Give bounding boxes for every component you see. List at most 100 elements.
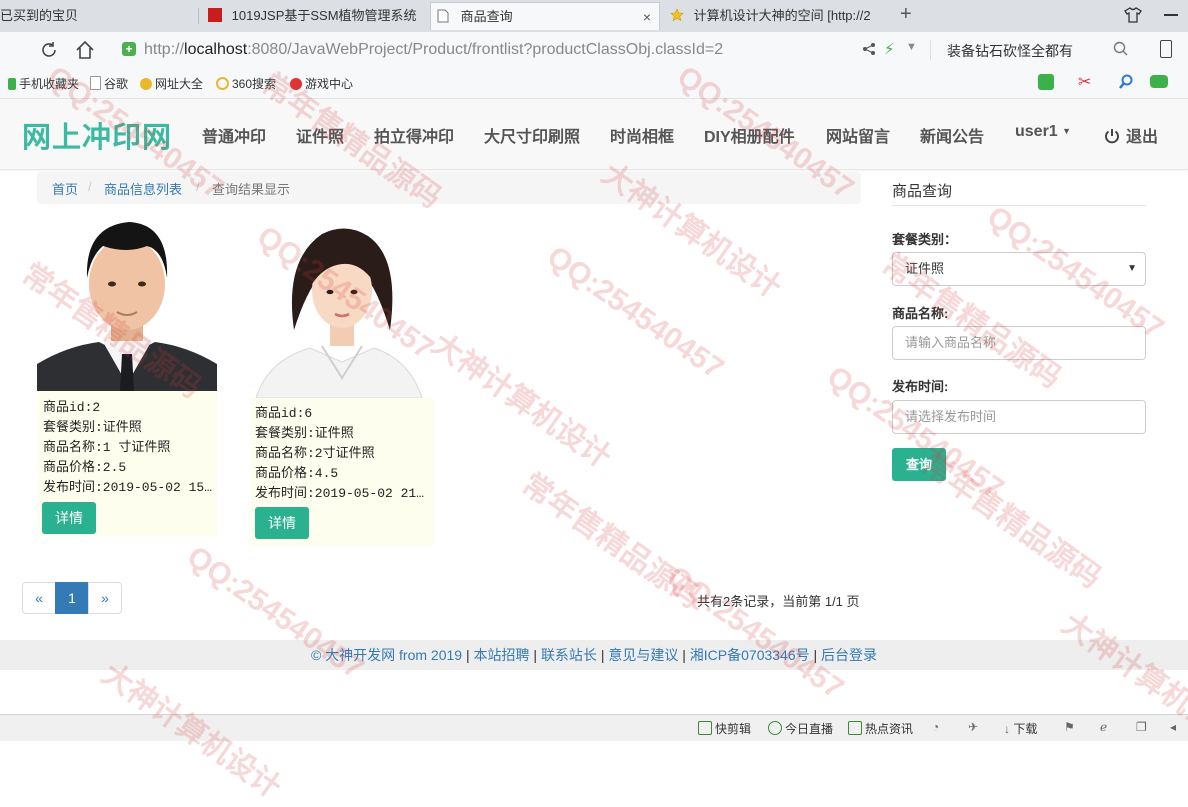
- globe-icon: [140, 78, 152, 90]
- window-icon[interactable]: ❐: [1136, 720, 1147, 734]
- tab-plant-system[interactable]: 1019JSP基于SSM植物管理系统: [202, 2, 428, 30]
- nav-id-photo[interactable]: 证件照: [296, 123, 344, 147]
- shirt-icon[interactable]: [1124, 7, 1142, 26]
- lightning-icon[interactable]: ⚡: [884, 40, 895, 58]
- chevron-down-icon[interactable]: ▼: [906, 41, 917, 53]
- product-info: 商品id:6 套餐类别:证件照 商品名称:2寸证件照 商品价格:4.5 发布时间…: [255, 404, 424, 504]
- product-name: 商品名称:1 寸证件照: [43, 440, 171, 455]
- nav-regular-print[interactable]: 普通冲印: [202, 123, 266, 147]
- nav-news[interactable]: 新闻公告: [920, 123, 984, 147]
- class-select[interactable]: 证件照 ▼: [892, 252, 1146, 286]
- browser-tab-bar: 已买到的宝贝 1019JSP基于SSM植物管理系统 商品查询 × 计算机设计大神…: [0, 0, 1188, 33]
- detail-button[interactable]: 详情: [255, 507, 309, 539]
- search-icon[interactable]: [1113, 41, 1129, 60]
- pagination-summary: 共有2条记录，当前第 1/1 页: [697, 594, 860, 609]
- status-quick-clip[interactable]: 快剪辑: [698, 720, 751, 737]
- browser-nav-bar: + http://localhost:8080/JavaWebProject/P…: [0, 32, 1188, 69]
- product-name-input[interactable]: 请输入商品名称: [892, 326, 1146, 360]
- share-icon[interactable]: [862, 42, 876, 59]
- minimize-icon[interactable]: [1164, 14, 1178, 16]
- address-bar[interactable]: + http://localhost:8080/JavaWebProject/P…: [116, 36, 916, 64]
- star-icon: [670, 4, 684, 22]
- logout-link[interactable]: 退出: [1104, 123, 1158, 149]
- watermark-text: QQ:254540457: [541, 240, 730, 386]
- 360-icon: [216, 77, 229, 90]
- site-brand[interactable]: 网上冲印网: [22, 114, 172, 156]
- bookmark-games[interactable]: 游戏中心: [290, 75, 353, 92]
- video-icon: [698, 721, 712, 735]
- product-card: 商品id:6 套餐类别:证件照 商品名称:2寸证件照 商品价格:4.5 发布时间…: [250, 220, 434, 546]
- speed-icon[interactable]: ◔: [932, 720, 939, 734]
- status-hot-news[interactable]: 热点资讯: [848, 720, 913, 737]
- page-icon: [437, 5, 451, 23]
- next-page-button[interactable]: »: [88, 582, 122, 614]
- status-download[interactable]: ↓ 下载: [1004, 720, 1037, 737]
- nav-photo-frames[interactable]: 时尚相框: [610, 123, 674, 147]
- news-icon: [848, 721, 862, 735]
- bookmark-google[interactable]: 谷歌: [90, 75, 128, 92]
- breadcrumb-home[interactable]: 首页: [52, 179, 78, 198]
- breadcrumb-separator: /: [88, 179, 92, 194]
- prev-page-button[interactable]: «: [22, 582, 56, 614]
- volume-icon[interactable]: ◂: [1170, 720, 1176, 734]
- time-label: 发布时间:: [892, 379, 949, 394]
- nav-large-print[interactable]: 大尺寸印刷照: [484, 123, 580, 147]
- play-icon: [768, 721, 782, 735]
- footer-link-admin[interactable]: 后台登录: [821, 647, 877, 663]
- query-button[interactable]: 查询: [892, 448, 946, 481]
- product-photo-female[interactable]: [250, 220, 434, 401]
- tab-label: 已买到的宝贝: [0, 8, 79, 23]
- url-text[interactable]: http://localhost:8080/JavaWebProject/Pro…: [144, 41, 723, 59]
- status-live[interactable]: 今日直播: [768, 720, 833, 737]
- translate-icon[interactable]: [1038, 74, 1054, 90]
- divider: [892, 205, 1146, 206]
- product-info: 商品id:2 套餐类别:证件照 商品名称:1 寸证件照 商品价格:2.5 发布时…: [43, 398, 212, 498]
- footer-link-jobs[interactable]: 本站招聘: [474, 647, 530, 663]
- reload-icon[interactable]: [38, 39, 60, 64]
- product-time: 发布时间:2019-05-02 21…: [255, 486, 425, 501]
- search-suggestion-text[interactable]: 装备钻石砍怪全都有: [947, 41, 1073, 61]
- tab-favicon-icon: [208, 8, 222, 22]
- tab-product-query[interactable]: 商品查询 ×: [430, 2, 660, 30]
- tab-designer-space[interactable]: 计算机设计大神的空间 [http://2: [664, 2, 890, 30]
- site-navbar: 网上冲印网 普通冲印 证件照 拍立得冲印 大尺寸印刷照 时尚相框 DIY相册配件…: [0, 99, 1188, 170]
- nav-message-board[interactable]: 网站留言: [826, 123, 890, 147]
- magnifier-icon[interactable]: [1118, 74, 1134, 93]
- class-label: 套餐类别：: [892, 232, 958, 247]
- user-dropdown[interactable]: user1 ▼: [1015, 123, 1071, 141]
- mobile-icon[interactable]: [1160, 40, 1172, 58]
- tab-purchased[interactable]: 已买到的宝贝: [0, 2, 196, 30]
- footer-link-feedback[interactable]: 意见与建议: [608, 647, 678, 663]
- home-icon[interactable]: [74, 39, 96, 64]
- nav-instant-print[interactable]: 拍立得冲印: [374, 123, 454, 147]
- detail-button[interactable]: 详情: [42, 502, 96, 534]
- secure-shield-icon: +: [122, 42, 136, 56]
- breadcrumb-current: 查询结果显示: [212, 182, 291, 197]
- browser-e-icon[interactable]: ℯ: [1100, 720, 1107, 734]
- product-id: 商品id:2: [43, 400, 101, 415]
- tab-label: 1019JSP基于SSM植物管理系统: [231, 8, 417, 23]
- download-icon: ↓: [1004, 722, 1010, 736]
- bookmark-360[interactable]: 360搜索: [216, 75, 276, 92]
- flag-icon[interactable]: ⚑: [1064, 720, 1075, 734]
- pin-icon[interactable]: ✈: [968, 720, 978, 734]
- gamepad-icon[interactable]: [1150, 75, 1168, 88]
- publish-time-input[interactable]: 请选择发布时间: [892, 400, 1146, 434]
- name-label: 商品名称:: [892, 306, 949, 321]
- site-footer: © 大神开发网 from 2019 | 本站招聘 | 联系站长 | 意见与建议 …: [0, 640, 1188, 670]
- close-tab-icon[interactable]: ×: [643, 3, 651, 30]
- footer-copyright[interactable]: © 大神开发网 from 2019: [311, 647, 462, 663]
- breadcrumb-separator: /: [196, 179, 200, 194]
- breadcrumb-product-list[interactable]: 商品信息列表: [104, 179, 182, 198]
- bookmark-nav[interactable]: 网址大全: [140, 75, 203, 92]
- product-photo-male[interactable]: [37, 206, 217, 394]
- page-1-button[interactable]: 1: [55, 582, 89, 614]
- scissors-icon[interactable]: ✂: [1078, 72, 1091, 92]
- chevron-down-icon: ▼: [1127, 263, 1137, 274]
- footer-link-contact[interactable]: 联系站长: [541, 647, 597, 663]
- footer-link-icp[interactable]: 湘ICP备0703346号: [690, 647, 810, 663]
- product-price: 商品价格:2.5: [43, 460, 127, 475]
- nav-diy-album[interactable]: DIY相册配件: [704, 123, 795, 147]
- new-tab-button[interactable]: +: [900, 3, 912, 26]
- bookmark-mobile[interactable]: 手机收藏夹: [8, 75, 79, 92]
